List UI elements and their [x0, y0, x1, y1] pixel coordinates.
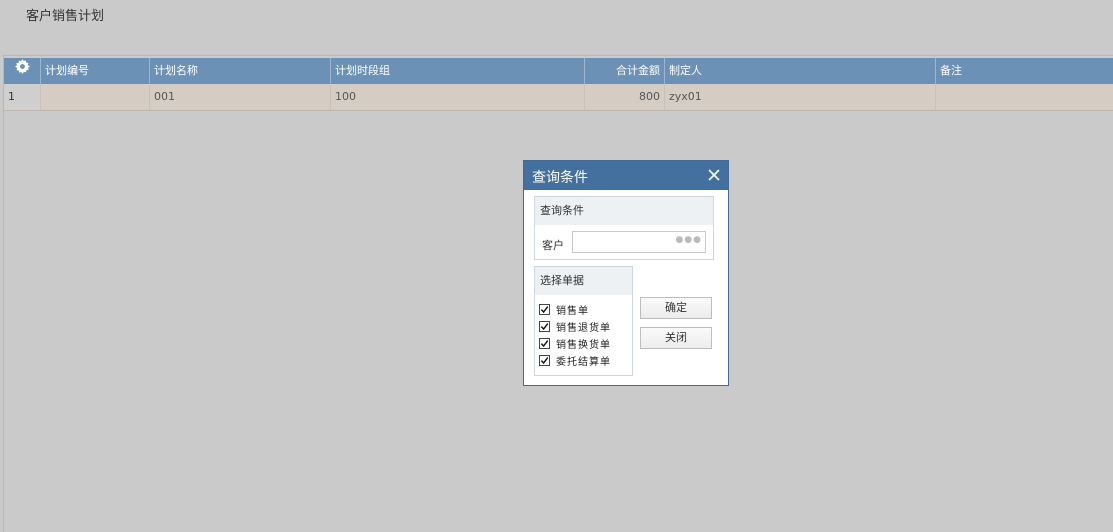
checkbox-label: 销售退货单 [556, 323, 611, 334]
cell-plan-code[interactable] [41, 84, 150, 110]
option-sales-return[interactable]: 销售退货单 [539, 318, 611, 335]
column-header-creator[interactable]: 制定人 [665, 58, 936, 84]
column-header-remark[interactable]: 备注 [936, 58, 1113, 84]
confirm-button[interactable]: 确定 [640, 297, 712, 319]
option-sales-order[interactable]: 销售单 [539, 301, 611, 318]
cell-period-group[interactable]: 100 [331, 84, 585, 110]
checkbox-sales-order[interactable] [539, 304, 550, 315]
cell-plan-name[interactable]: 001 [150, 84, 331, 110]
query-section-title: 查询条件 [535, 197, 713, 225]
dialog-titlebar[interactable]: 查询条件 [524, 161, 728, 190]
query-dialog: 查询条件 查询条件 客户 ●●● 选择单据 销售单 销售退货单 销售换货单 委托… [523, 160, 729, 386]
row-number: 1 [4, 84, 41, 110]
checkbox-consignment-settlement[interactable] [539, 355, 550, 366]
close-icon[interactable] [706, 167, 722, 183]
checkbox-label: 销售单 [556, 306, 589, 317]
checkbox-sales-exchange[interactable] [539, 338, 550, 349]
select-documents-section: 选择单据 销售单 销售退货单 销售换货单 委托结算单 [534, 266, 633, 376]
select-section-title: 选择单据 [535, 267, 632, 295]
page-title: 客户销售计划 [26, 9, 105, 24]
checkbox-sales-return[interactable] [539, 321, 550, 332]
table-row[interactable]: 1 001 100 800 zyx01 [4, 84, 1113, 111]
option-consignment-settlement[interactable]: 委托结算单 [539, 352, 611, 369]
checkbox-label: 销售换货单 [556, 340, 611, 351]
dialog-title: 查询条件 [532, 170, 588, 186]
gear-icon [14, 58, 30, 84]
grid-settings-button[interactable] [4, 58, 41, 84]
grid-header: 计划编号 计划名称 计划时段组 合计金额 制定人 备注 [4, 58, 1113, 84]
checkbox-label: 委托结算单 [556, 357, 611, 368]
cell-remark[interactable] [936, 84, 1113, 110]
column-header-plan-name[interactable]: 计划名称 [150, 58, 331, 84]
column-header-plan-code[interactable]: 计划编号 [41, 58, 150, 84]
option-sales-exchange[interactable]: 销售换货单 [539, 335, 611, 352]
query-section: 查询条件 客户 ●●● [534, 196, 714, 260]
column-header-total-amount[interactable]: 合计金额 [585, 58, 665, 84]
column-header-period-group[interactable]: 计划时段组 [331, 58, 585, 84]
ellipsis-icon[interactable]: ●●● [675, 235, 702, 245]
cell-creator[interactable]: zyx01 [665, 84, 936, 110]
customer-input[interactable]: ●●● [572, 231, 706, 253]
customer-label: 客户 [542, 239, 564, 252]
cell-total-amount[interactable]: 800 [585, 84, 665, 110]
close-button[interactable]: 关闭 [640, 327, 712, 349]
